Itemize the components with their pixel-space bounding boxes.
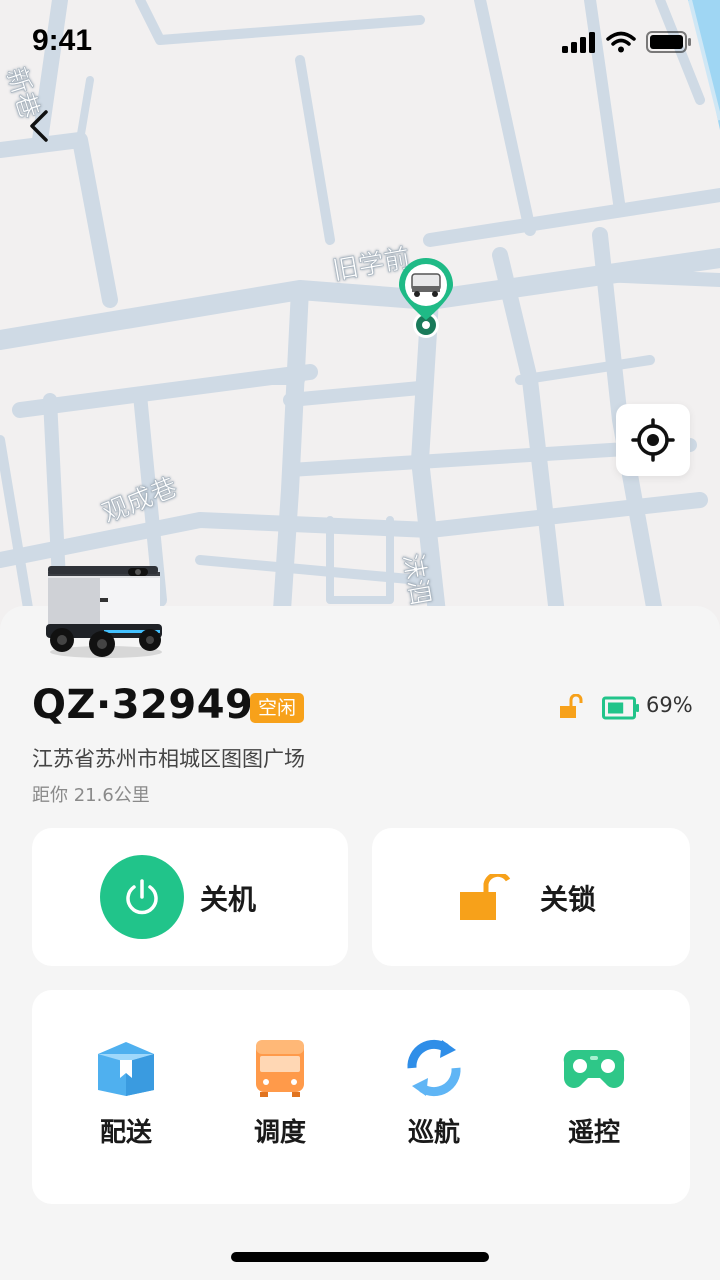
dispatch-button[interactable]: 调度	[230, 1038, 330, 1149]
delivery-robot-image	[44, 560, 166, 662]
status-icons	[562, 30, 692, 54]
delivery-box-icon	[98, 1042, 154, 1096]
locate-me-button[interactable]	[616, 404, 690, 476]
bus-icon	[256, 1040, 304, 1097]
power-off-label: 关机	[200, 883, 257, 916]
delivery-button[interactable]: 配送	[76, 1038, 176, 1149]
remote-control-button[interactable]: 遥控	[544, 1038, 644, 1149]
vehicle-plate: QZ·32949	[32, 682, 254, 728]
cruise-button[interactable]: 巡航	[384, 1038, 484, 1149]
status-bar: 9:41	[0, 0, 720, 84]
function-grid: 配送 调度 巡航 遥控	[32, 990, 690, 1204]
cruise-label: 巡航	[407, 1118, 460, 1148]
home-indicator[interactable]	[231, 1252, 489, 1262]
map-pin-icon	[399, 258, 453, 338]
unlocked-lock-icon	[558, 693, 584, 720]
wifi-icon	[606, 31, 636, 53]
road-network	[0, 0, 720, 640]
unlocked-padlock-icon	[458, 871, 514, 922]
cellular-signal-icon	[562, 32, 595, 53]
vehicle-address: 江苏省苏州市相城区图图广场	[32, 747, 305, 771]
battery-status-icon	[646, 31, 691, 53]
lock-button[interactable]: 关锁	[372, 828, 690, 966]
distance-from-user: 距你 21.6公里	[32, 785, 150, 806]
power-off-button[interactable]: 关机	[32, 828, 348, 966]
remote-control-label: 遥控	[567, 1118, 620, 1148]
status-time: 9:41	[32, 24, 93, 57]
cycle-arrows-icon	[407, 1039, 461, 1097]
crosshair-icon	[631, 418, 675, 462]
lock-label: 关锁	[540, 883, 597, 916]
map-view[interactable]: 新巷 旧学前 观成巷 沫泗 9:41	[0, 0, 720, 640]
vehicle-location-pin[interactable]	[396, 258, 456, 340]
status-badge: 空闲	[250, 693, 305, 723]
chevron-left-icon	[30, 110, 48, 142]
back-button[interactable]	[20, 106, 60, 146]
battery-percentage: 69%	[646, 693, 693, 717]
delivery-label: 配送	[99, 1118, 152, 1148]
power-icon	[100, 855, 184, 939]
dispatch-label: 调度	[253, 1118, 306, 1148]
gamepad-icon	[563, 1050, 625, 1088]
battery-level-icon	[602, 696, 640, 720]
